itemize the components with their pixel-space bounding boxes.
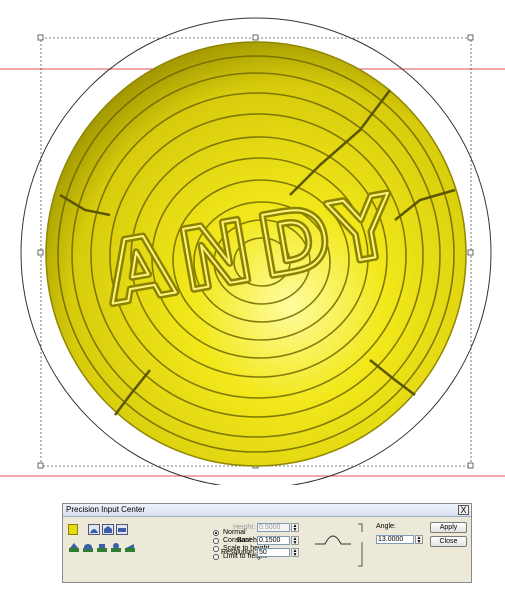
base-spinner[interactable]: ▲ ▼ — [291, 536, 299, 546]
flat-profile-icon[interactable] — [116, 524, 128, 535]
base-label: Base: — [237, 537, 255, 544]
precision-input-center-dialog: Precision Input Center X Normal Constant… — [62, 503, 472, 583]
angle-spinner[interactable]: ▲ ▼ — [415, 535, 423, 545]
angle-field[interactable]: 13.0000 — [376, 535, 414, 544]
profile-preview-icon — [315, 535, 351, 545]
close-icon[interactable]: X — [458, 505, 469, 515]
relief-tool-4-icon[interactable] — [110, 542, 122, 553]
apply-button[interactable]: Apply — [430, 522, 467, 533]
base-field[interactable]: 0.1500 — [257, 536, 290, 545]
angle-label: Angle: — [376, 523, 396, 530]
mode-normal-radio[interactable] — [213, 529, 219, 536]
dome-profile-icon[interactable] — [88, 524, 100, 535]
height-label: Height: — [233, 524, 256, 531]
canvas-drawing: ANDY ANDY — [0, 17, 505, 485]
mode-constant-height-radio[interactable] — [213, 537, 219, 544]
arch-profile-icon[interactable] — [102, 524, 114, 535]
close-button[interactable]: Close — [430, 536, 467, 547]
dialog-titlebar[interactable]: Precision Input Center X — [63, 504, 471, 517]
wood-slice-relief: ANDY ANDY — [45, 41, 467, 467]
relief-tool-3-icon[interactable] — [96, 542, 108, 553]
mode-scale-to-height-radio[interactable] — [213, 545, 219, 552]
height-field[interactable]: 0.5000 — [257, 523, 290, 532]
dialog-title: Precision Input Center — [66, 505, 146, 514]
height-scale-icon — [358, 523, 363, 567]
relief-tool-5-icon[interactable] — [124, 542, 136, 553]
design-canvas[interactable]: ANDY ANDY — [0, 0, 505, 485]
resolution-spinner[interactable]: ▲ ▼ — [291, 548, 299, 558]
yellow-color-swatch-icon[interactable] — [68, 524, 78, 535]
relief-tool-2-icon[interactable] — [82, 542, 94, 553]
resolution-label: Resolution: — [221, 549, 257, 556]
resolution-field[interactable]: 50 — [257, 548, 290, 557]
mode-limit-to-height-radio[interactable] — [213, 553, 219, 560]
relief-tool-1-icon[interactable] — [68, 542, 80, 553]
height-spinner[interactable]: ▲ ▼ — [291, 523, 299, 533]
